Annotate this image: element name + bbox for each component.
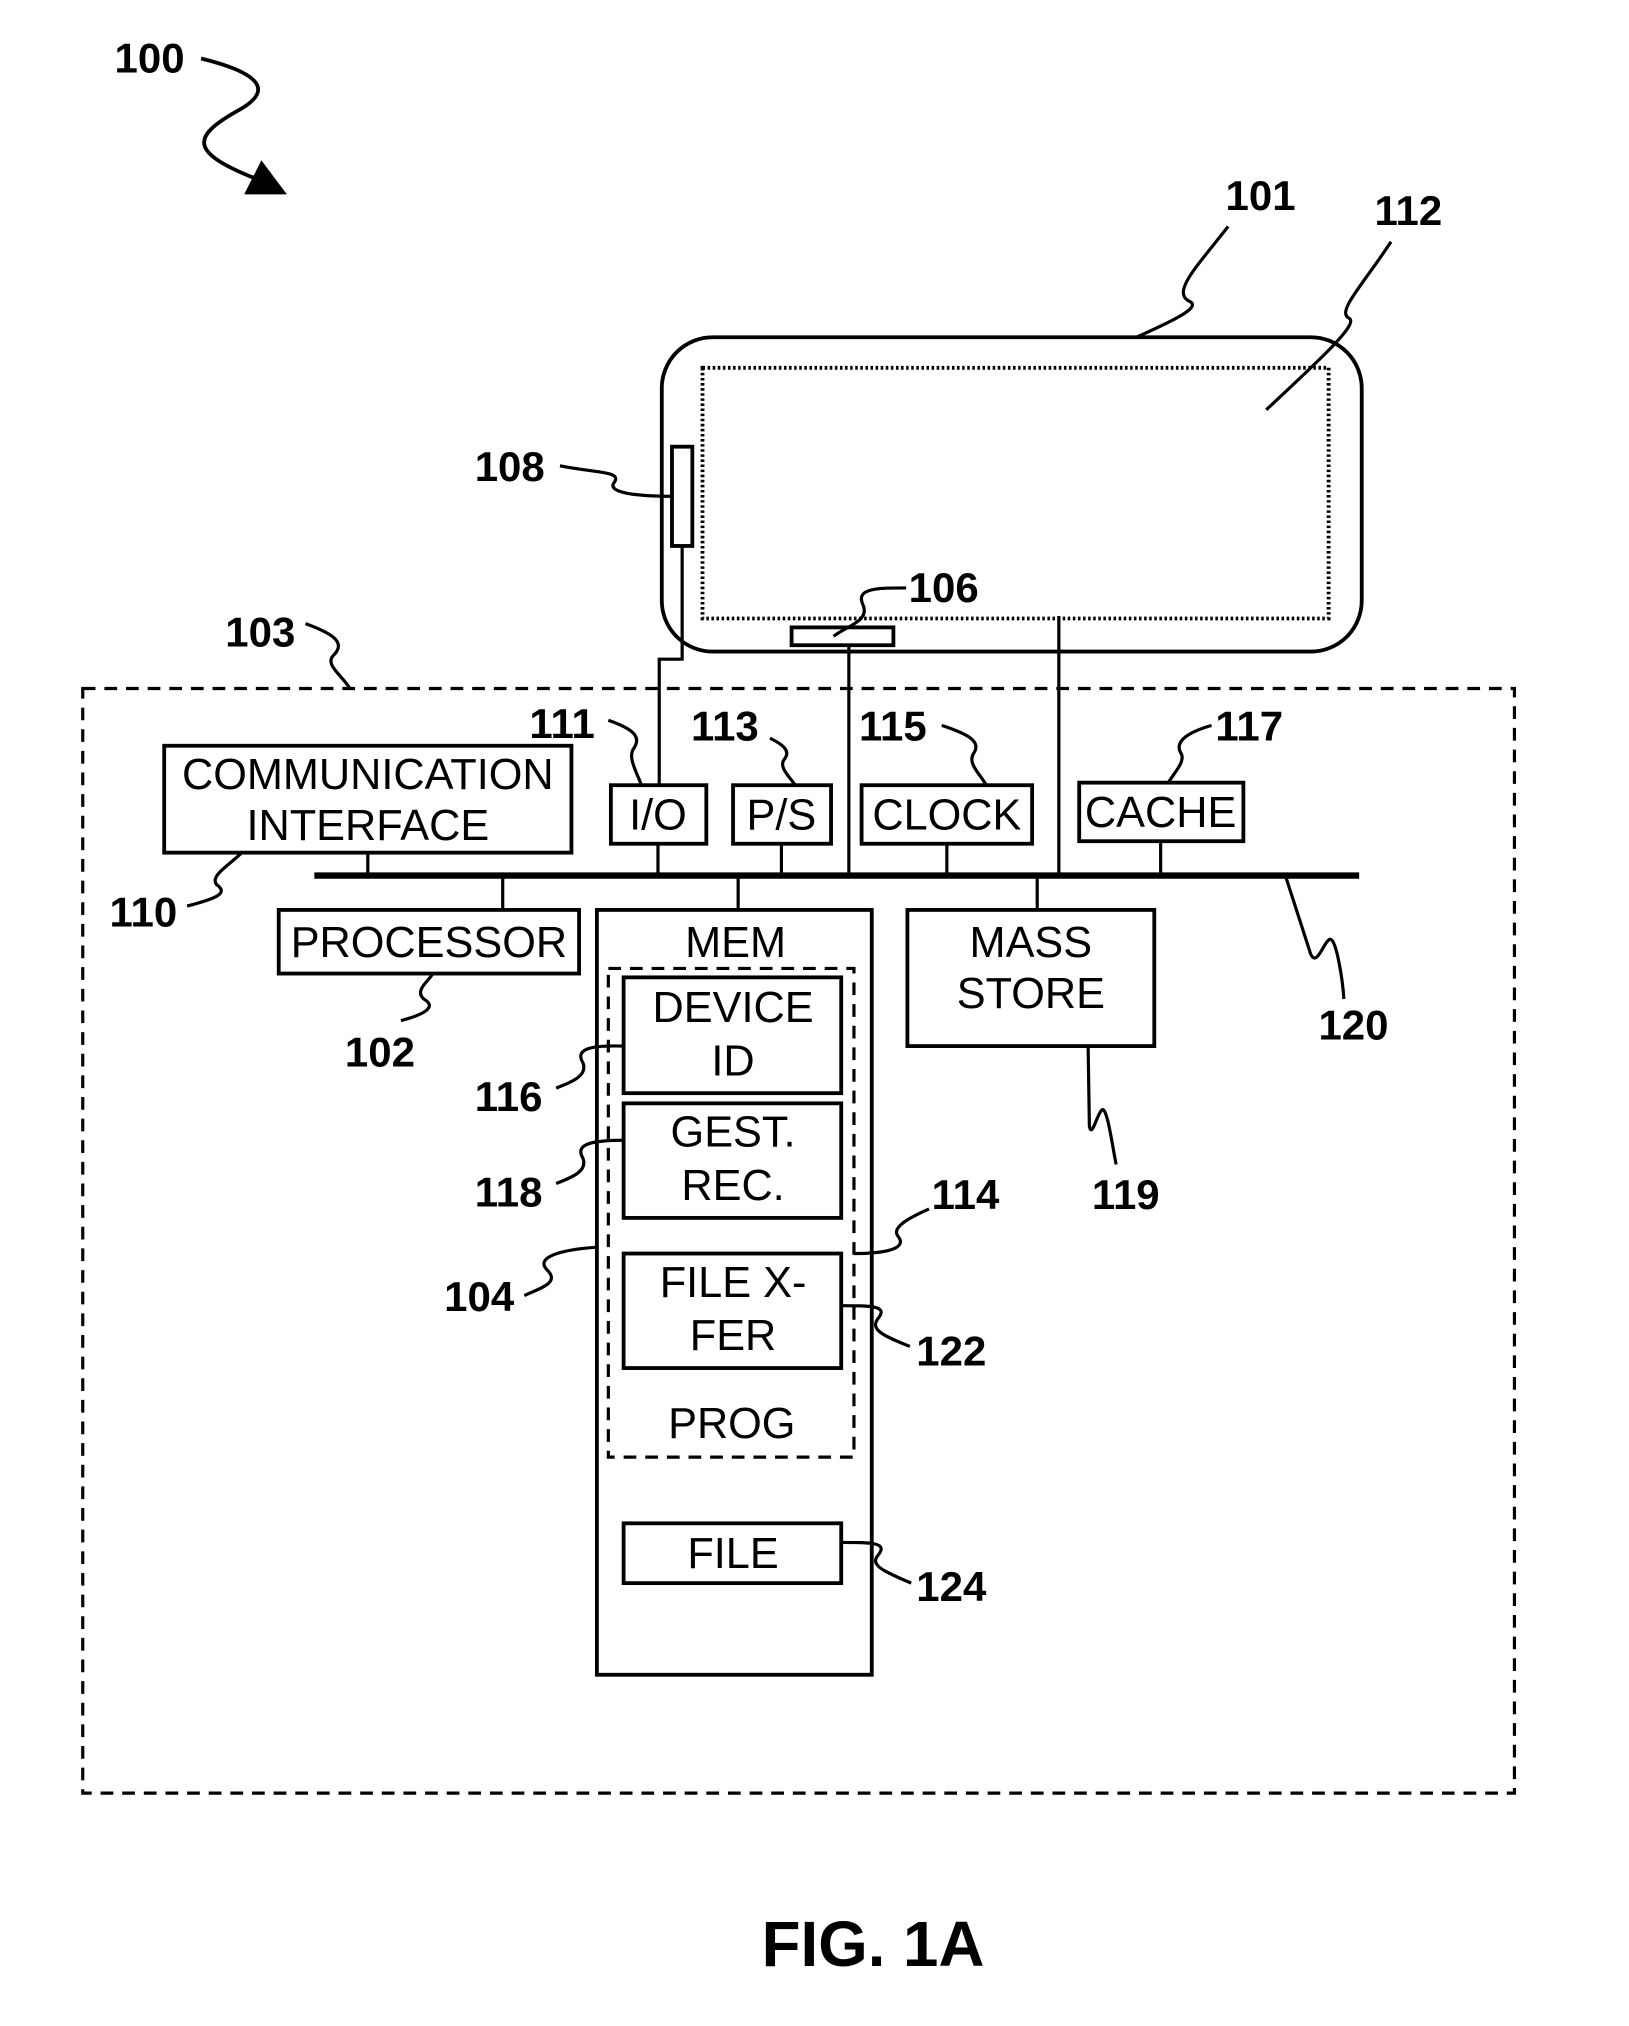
ref-label-120: 120 bbox=[1318, 1002, 1388, 1049]
gesture-rec-line1: GEST. bbox=[671, 1109, 796, 1157]
touch-display bbox=[700, 365, 1331, 621]
device-id-line2: ID bbox=[711, 1037, 754, 1085]
ref-label-111: 111 bbox=[529, 700, 594, 747]
device-id-line1: DEVICE bbox=[653, 984, 814, 1032]
ref-label-114: 114 bbox=[932, 1171, 1000, 1218]
file-transfer-line1: FILE X- bbox=[660, 1259, 807, 1307]
gesture-rec-line2: REC. bbox=[681, 1162, 784, 1210]
file-label: FILE bbox=[687, 1530, 778, 1578]
leader-113 bbox=[769, 736, 797, 787]
ref-label-101: 101 bbox=[1226, 172, 1296, 219]
leader-101 bbox=[1135, 225, 1230, 339]
mass-store-line2: STORE bbox=[957, 970, 1105, 1018]
leader-111 bbox=[607, 718, 643, 786]
cache-unit: CACHE bbox=[1077, 780, 1246, 844]
io-label: I/O bbox=[629, 792, 687, 840]
file-transfer-line2: FER bbox=[690, 1312, 777, 1360]
io-unit: I/O bbox=[608, 783, 709, 846]
leader-119 bbox=[1086, 1046, 1118, 1165]
leader-120 bbox=[1283, 875, 1346, 1000]
processor-unit: PROCESSOR bbox=[276, 908, 581, 976]
device-id-module: DEVICE ID bbox=[621, 975, 844, 1096]
mass-store-line1: MASS bbox=[970, 919, 1093, 967]
leader-104 bbox=[523, 1245, 597, 1297]
ref-label-119: 119 bbox=[1092, 1171, 1160, 1218]
ref-label-102: 102 bbox=[345, 1028, 415, 1075]
ref-label-124: 124 bbox=[916, 1563, 987, 1610]
gesture-recognition-module: GEST. REC. bbox=[621, 1101, 844, 1220]
ref-label-112: 112 bbox=[1374, 187, 1442, 234]
ref-label-115: 115 bbox=[859, 703, 927, 750]
mass-store-unit: MASS STORE bbox=[905, 908, 1157, 1048]
ref-label-122: 122 bbox=[916, 1328, 986, 1375]
ref-label-106: 106 bbox=[909, 564, 979, 611]
clock-unit: CLOCK bbox=[859, 783, 1035, 846]
ref-label-100: 100 bbox=[115, 35, 185, 82]
memory-label: MEM bbox=[685, 919, 786, 967]
leader-102 bbox=[400, 972, 435, 1023]
patent-figure: 100 101 112 108 106 103 120 COMMUNICATIO… bbox=[81, 35, 1517, 1980]
clock-label: CLOCK bbox=[872, 792, 1021, 840]
ref-label-116: 116 bbox=[475, 1073, 543, 1120]
ref-label-113: 113 bbox=[691, 703, 759, 750]
leader-108 bbox=[559, 464, 672, 498]
communication-interface: COMMUNICATION INTERFACE bbox=[162, 743, 574, 855]
ps-label: P/S bbox=[747, 792, 817, 840]
side-button bbox=[670, 444, 695, 548]
handheld-device bbox=[659, 335, 1364, 654]
system-leader-arrow bbox=[200, 56, 287, 195]
leader-117 bbox=[1166, 723, 1213, 784]
processor-label: PROCESSOR bbox=[291, 919, 567, 967]
ref-label-108: 108 bbox=[475, 443, 545, 490]
ref-label-110: 110 bbox=[109, 888, 177, 935]
ref-label-117: 117 bbox=[1215, 703, 1283, 750]
leader-115 bbox=[941, 723, 988, 787]
ref-label-118: 118 bbox=[475, 1168, 543, 1215]
figure-caption: FIG. 1A bbox=[762, 1909, 985, 1980]
file-item: FILE bbox=[621, 1521, 844, 1586]
leader-110 bbox=[186, 851, 243, 908]
leader-103 bbox=[304, 622, 352, 690]
cache-label: CACHE bbox=[1085, 789, 1236, 837]
program-label: PROG bbox=[668, 1400, 795, 1448]
power-supply: P/S bbox=[731, 783, 833, 846]
comm-interface-line2: INTERFACE bbox=[246, 802, 489, 850]
ref-label-104: 104 bbox=[444, 1273, 515, 1320]
device-body bbox=[659, 335, 1364, 654]
comm-interface-line1: COMMUNICATION bbox=[182, 751, 554, 799]
file-transfer-module: FILE X- FER bbox=[621, 1251, 844, 1370]
ref-label-103: 103 bbox=[225, 608, 295, 655]
